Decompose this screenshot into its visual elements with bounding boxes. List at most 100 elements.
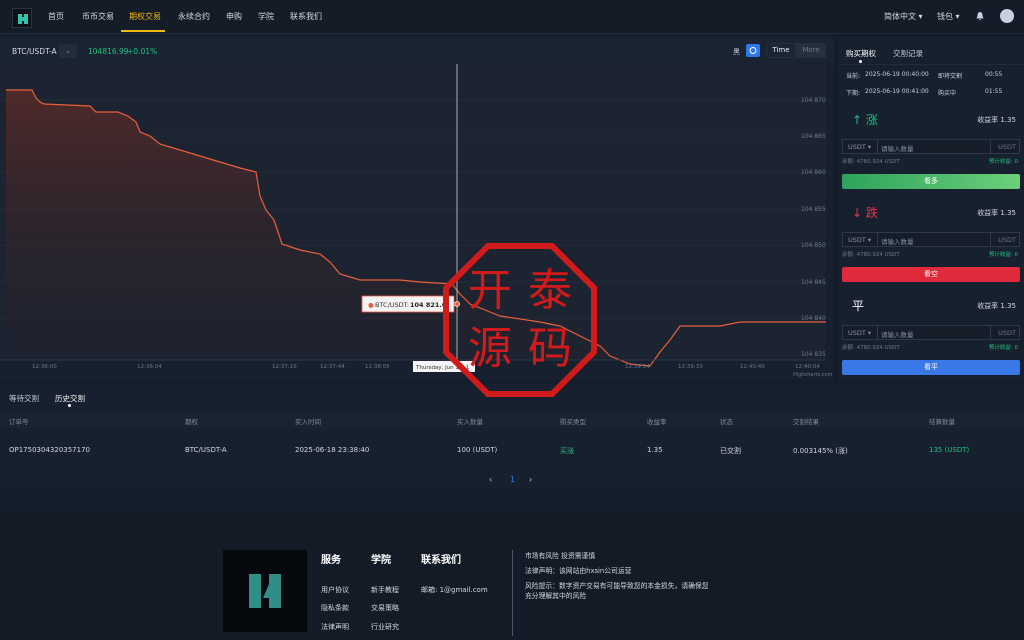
x-tick: 12:39:33 xyxy=(678,364,703,370)
cell-order-id: OP1750304320357170 xyxy=(9,446,90,454)
down-estimate: 预计收益: 0 xyxy=(988,252,1018,258)
col-order-id: 订单号 xyxy=(9,418,29,426)
nav-home[interactable]: 首页 xyxy=(48,11,64,22)
footer-link-user-agreement[interactable]: 用户协议 xyxy=(321,585,349,595)
cell-rate: 1.35 xyxy=(647,446,663,454)
down-unit: USDT xyxy=(998,236,1016,244)
footer-divider xyxy=(512,550,513,636)
tab-delivery-records[interactable]: 交割记录 xyxy=(893,48,923,59)
down-currency-select[interactable]: USDT ▾ xyxy=(848,236,871,244)
up-unit: USDT xyxy=(998,143,1016,151)
site-logo[interactable] xyxy=(12,8,32,28)
cell-buy-amount: 100 (USDT) xyxy=(457,446,498,454)
active-tab-dot xyxy=(859,60,862,63)
cell-settle: 135 (USDT) xyxy=(929,446,970,454)
watermark-char: 泰 xyxy=(528,265,572,316)
x-tick: 12:36:04 xyxy=(137,364,162,370)
buy-up-button[interactable]: 看多 xyxy=(842,174,1020,189)
footer-link-tutorial[interactable]: 新手教程 xyxy=(371,585,399,595)
y-tick: 104 850 xyxy=(801,242,826,249)
table-header: 订单号 期权 买入时间 买入数量 购买类型 收益率 状态 交割结果 结算数量 xyxy=(0,410,1024,428)
chart-toolbar: BTC/USDT-A ⌄ 104816.99 +0.01% 黑 Time Mor… xyxy=(0,38,834,64)
flat-currency-select[interactable]: USDT ▾ xyxy=(848,329,871,337)
x-tick: 12:37:44 xyxy=(320,364,345,370)
footer-logo xyxy=(223,550,307,632)
pair-change: +0.01% xyxy=(127,47,158,56)
down-amount-row: USDT ▾ 请输入数量 USDT xyxy=(842,232,1020,247)
watermark-stamp: 开 泰 源 码 xyxy=(440,240,600,400)
pair-dropdown-icon[interactable]: ⌄ xyxy=(59,44,77,58)
up-currency-select[interactable]: USDT ▾ xyxy=(848,143,871,151)
up-section: ↑ 涨 收益率 1.35 USDT ▾ 请输入数量 USDT 余额: 4780.… xyxy=(842,108,1020,192)
x-tick: 12:36:00 xyxy=(32,364,57,370)
flat-balance: 余额: 4780.924 USDT xyxy=(842,345,900,351)
y-tick: 104 870 xyxy=(801,97,826,104)
next-status: 购买中 xyxy=(938,90,957,97)
footer-academy-title: 学院 xyxy=(371,555,391,566)
down-title: ↓ 跌 xyxy=(852,206,878,220)
flat-amount-input[interactable]: 请输入数量 xyxy=(881,329,914,339)
nav-options[interactable]: 期权交易 xyxy=(129,11,161,22)
x-tick: 12:40:04 xyxy=(795,364,820,370)
nav-spot[interactable]: 币币交易 xyxy=(82,11,114,22)
nav-contact[interactable]: 联系我们 xyxy=(290,11,322,22)
time-button[interactable]: Time xyxy=(767,44,795,57)
down-amount-input[interactable]: 请输入数量 xyxy=(881,236,914,246)
nav-academy[interactable]: 学院 xyxy=(258,11,274,22)
down-balance: 余额: 4780.924 USDT xyxy=(842,252,900,258)
nav-perpetual[interactable]: 永续合约 xyxy=(178,11,210,22)
up-estimate: 预计收益: 0 xyxy=(988,159,1018,165)
flat-section: 平 收益率 1.35 USDT ▾ 请输入数量 USDT 余额: 4780.92… xyxy=(842,294,1020,378)
footer: 服务 用户协议 隐私条款 法律声明 学院 新手教程 交易策略 行业研究 联系我们… xyxy=(0,510,1024,640)
prev-page-button[interactable]: ‹ xyxy=(489,475,492,484)
x-tick: 12:40:40 xyxy=(740,364,765,370)
buy-flat-button[interactable]: 看平 xyxy=(842,360,1020,375)
watermark-char: 源 xyxy=(468,323,512,374)
current-time: 2025-06-19 00:40:00 xyxy=(865,71,929,78)
footer-link-legal[interactable]: 法律声明 xyxy=(321,622,349,632)
down-rate: 收益率 1.35 xyxy=(977,209,1016,217)
down-section: ↓ 跌 收益率 1.35 USDT ▾ 请输入数量 USDT 余额: 4780.… xyxy=(842,201,1020,285)
footer-link-strategy[interactable]: 交易策略 xyxy=(371,603,399,613)
theme-toggle-icon[interactable] xyxy=(746,44,760,57)
trade-panel: 购买期权 交割记录 当前: 2025-06-19 00:40:00 即将交割 0… xyxy=(838,38,1024,380)
watermark-char: 码 xyxy=(528,323,572,374)
wallet-menu[interactable]: 钱包 ▾ xyxy=(937,11,960,22)
tab-buy-options[interactable]: 购买期权 xyxy=(846,48,876,59)
tab-history-delivery[interactable]: 历史交割 xyxy=(55,393,85,404)
col-buy-type: 购买类型 xyxy=(560,418,586,426)
flat-title: 平 xyxy=(852,299,865,313)
current-countdown: 00:55 xyxy=(985,71,1003,78)
language-select[interactable]: 简体中文 ▾ xyxy=(884,11,923,22)
tab-divider xyxy=(838,64,1024,65)
footer-email[interactable]: 邮箱: 1@gmail.com xyxy=(421,585,488,595)
nav-subscribe[interactable]: 申购 xyxy=(226,11,242,22)
nav-active-underline xyxy=(121,30,165,32)
buy-down-button[interactable]: 看空 xyxy=(842,267,1020,282)
current-label: 当前: xyxy=(846,73,861,80)
up-rate: 收益率 1.35 xyxy=(977,116,1016,124)
tooltip-label: BTC/USDT: xyxy=(375,301,409,309)
footer-link-research[interactable]: 行业研究 xyxy=(371,622,399,632)
bell-icon[interactable] xyxy=(975,11,985,21)
theme-label: 黑 xyxy=(733,48,740,56)
chart-panel: BTC/USDT-A ⌄ 104816.99 +0.01% 黑 Time Mor… xyxy=(0,38,834,380)
page-number[interactable]: 1 xyxy=(510,475,515,484)
cell-buy-type: 买涨 xyxy=(560,447,574,455)
avatar[interactable] xyxy=(1000,9,1014,23)
col-result: 交割结果 xyxy=(793,418,819,426)
up-amount-input[interactable]: 请输入数量 xyxy=(881,143,914,153)
y-tick: 104 865 xyxy=(801,133,826,140)
more-button[interactable]: More xyxy=(798,44,824,57)
footer-link-privacy[interactable]: 隐私条款 xyxy=(321,603,349,613)
y-tick: 104 845 xyxy=(801,279,826,286)
next-label: 下期: xyxy=(846,90,861,97)
footer-legal-note: 法律声明：该网站由hxsin公司运营 xyxy=(525,567,632,575)
price-chart[interactable]: ● BTC/USDT: 104 821.0 104 870 104 865 10… xyxy=(0,64,834,380)
chart-credits[interactable]: Highcharts.com xyxy=(793,372,832,378)
tab-pending-delivery[interactable]: 等待交割 xyxy=(9,393,39,404)
flat-unit: USDT xyxy=(998,329,1016,337)
next-page-button[interactable]: › xyxy=(529,475,532,484)
next-time: 2025-06-19 00:41:00 xyxy=(865,88,929,95)
y-tick: 104 835 xyxy=(801,351,826,358)
